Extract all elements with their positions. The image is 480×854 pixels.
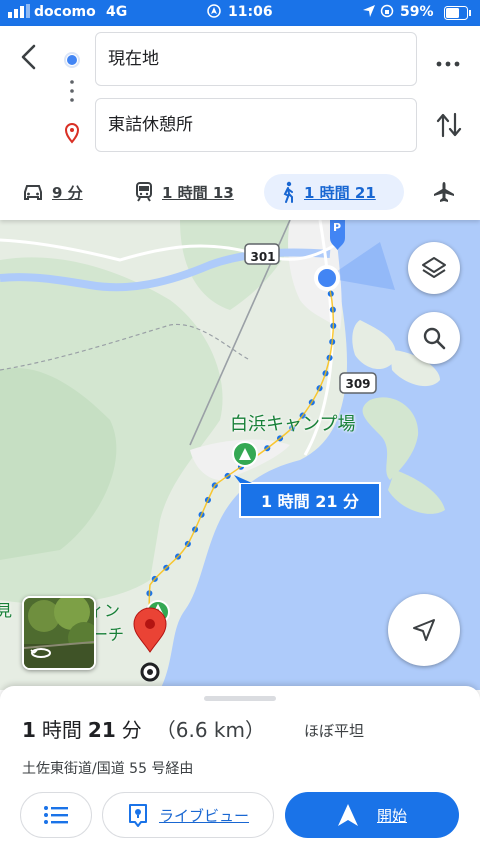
map-view[interactable]: 301 309 P 白浜キャンプ場 1 時間 21 分 見 ィン ーチ (0, 220, 480, 690)
origin-dot-icon (67, 55, 77, 65)
duration-minutes: 21 (87, 718, 116, 742)
clock: 11:06 (228, 4, 273, 20)
navigation-arrow-icon (413, 619, 435, 641)
tab-flight[interactable] (432, 174, 456, 210)
steps-button[interactable] (20, 792, 92, 838)
back-button[interactable] (14, 42, 44, 72)
route-connector (64, 52, 80, 144)
layers-icon (422, 257, 446, 278)
live-view-icon (128, 804, 147, 827)
live-view-button[interactable]: ライブビュー (102, 792, 274, 838)
swap-button[interactable] (436, 110, 462, 144)
tab-walk-label: 1 時間 21 (304, 183, 376, 202)
more-options-button[interactable] (436, 54, 460, 73)
tab-drive-label: 9 分 (52, 183, 83, 202)
network-label: 4G (106, 4, 128, 20)
duration-hours-unit: 時間 (41, 718, 82, 742)
destination-input[interactable]: 東詰休憩所 (95, 98, 417, 152)
terrain-label: ほぼ平坦 (304, 722, 365, 740)
signal-icon (8, 4, 36, 22)
route-duration: 1 時間 21 分 （6.6 km） (22, 714, 265, 743)
walk-icon (283, 181, 293, 203)
more-vert-icon (436, 61, 460, 67)
destination-pin-icon (64, 123, 80, 144)
location-status-icon (207, 4, 221, 22)
car-icon (24, 185, 42, 200)
plane-icon (434, 182, 454, 202)
route-summary-sheet[interactable]: 1 時間 21 分 （6.6 km） ほぼ平坦 土佐東街道/国道 55 号経由 … (0, 686, 480, 854)
parking-label: P (333, 221, 342, 234)
directions-header: 現在地 東詰休憩所 9 分 1 時間 13 1 時間 21 (0, 26, 480, 220)
duration-hours: 1 (22, 718, 36, 742)
swap-vert-icon (436, 112, 462, 138)
location-arrow-icon (362, 4, 376, 22)
poi-label-2: ーチ (92, 625, 125, 644)
status-bar: docomo 4G 11:06 59% (0, 0, 480, 26)
tab-transit[interactable]: 1 時間 13 (134, 174, 234, 210)
route-via: 土佐東街道/国道 55 号経由 (22, 761, 194, 777)
campground-marker (232, 441, 258, 467)
layers-button[interactable] (408, 242, 460, 294)
duration-minutes-unit: 分 (121, 718, 142, 742)
drag-handle[interactable] (204, 696, 276, 701)
battery-percent: 59% (400, 4, 434, 20)
tab-transit-label: 1 時間 13 (162, 183, 234, 202)
train-icon (136, 182, 152, 202)
carrier-label: docomo (34, 4, 96, 20)
road-number-309: 309 (345, 377, 371, 391)
origin-input[interactable]: 現在地 (95, 32, 417, 86)
tab-drive[interactable]: 9 分 (22, 174, 83, 210)
360-rotate-icon (30, 648, 51, 658)
my-location-button[interactable] (388, 594, 460, 666)
route-time-label: 1 時間 21 分 (260, 492, 360, 511)
navigation-icon (337, 804, 358, 826)
battery-icon (444, 6, 472, 24)
search-button[interactable] (408, 312, 460, 364)
start-label: 開始 (376, 806, 407, 825)
route-distance: （6.6 km） (155, 718, 265, 742)
list-icon (44, 806, 68, 824)
street-view-thumbnail[interactable] (22, 596, 96, 670)
live-view-label: ライブビュー (158, 806, 249, 825)
poi-label-left: 見 (0, 601, 13, 620)
travel-mode-tabs: 9 分 1 時間 13 1 時間 21 (0, 172, 480, 212)
search-icon (423, 327, 446, 350)
start-button[interactable]: 開始 (285, 792, 459, 838)
road-number-301: 301 (250, 250, 276, 264)
rotation-lock-icon (380, 4, 394, 22)
back-arrow-icon (21, 44, 36, 70)
tab-walk[interactable]: 1 時間 21 (264, 174, 404, 210)
campground-label[interactable]: 白浜キャンプ場 (230, 410, 355, 436)
